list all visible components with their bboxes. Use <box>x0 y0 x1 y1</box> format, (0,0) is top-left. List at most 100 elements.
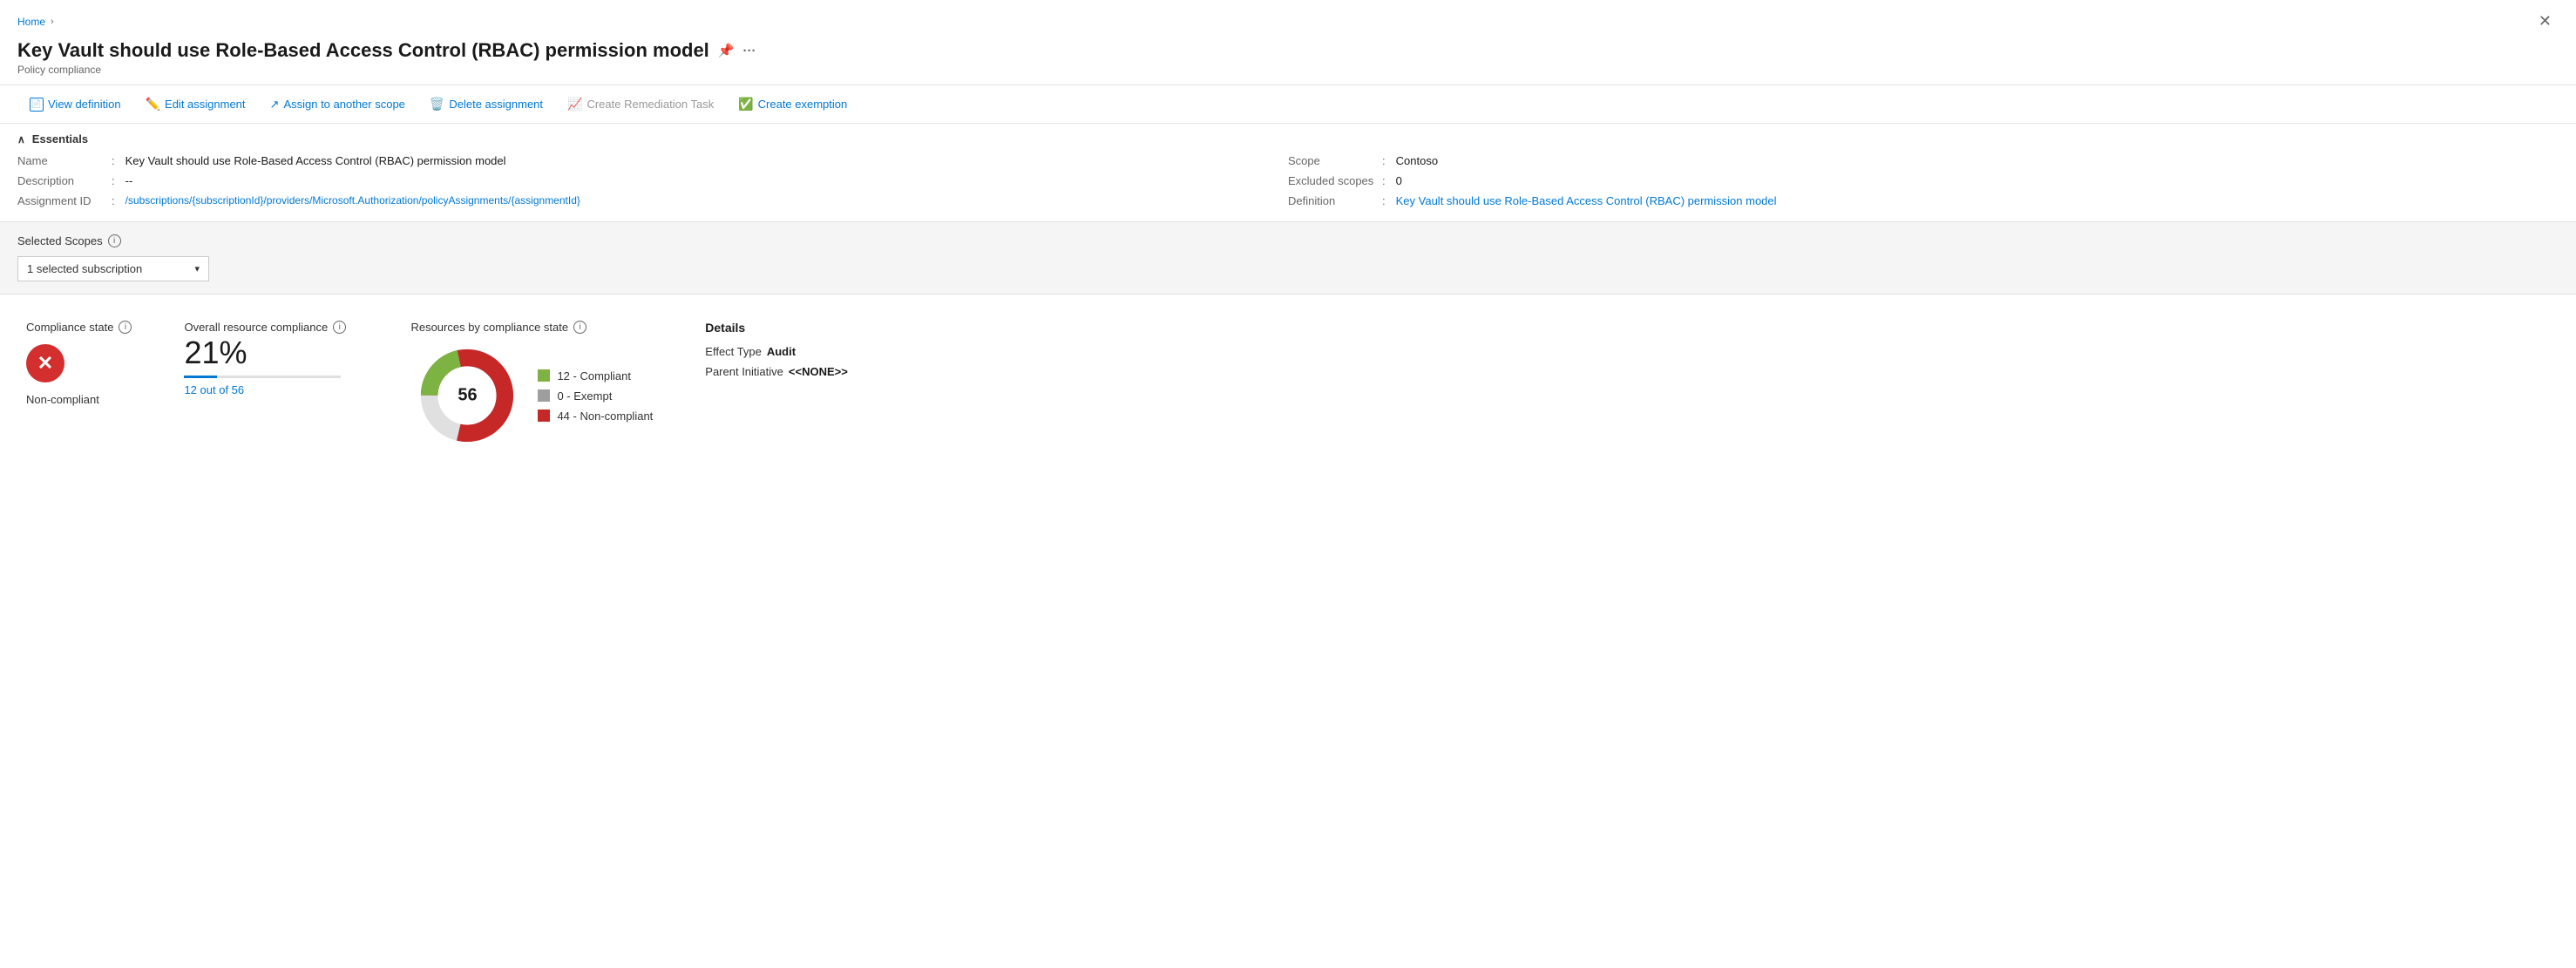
overall-compliance-info-icon[interactable]: i <box>333 321 346 334</box>
details-block: Details Effect Type Audit Parent Initiat… <box>705 321 897 378</box>
excluded-scopes-row: Excluded scopes : 0 <box>1288 174 2559 187</box>
definition-value[interactable]: Key Vault should use Role-Based Access C… <box>1396 194 1777 207</box>
parent-initiative-value: <<NONE>> <box>789 365 848 378</box>
assignment-id-value[interactable]: /subscriptions/{subscriptionId}/provider… <box>125 194 580 206</box>
overall-compliance-title-text: Overall resource compliance <box>184 321 328 334</box>
overall-percentage: 21% <box>184 337 358 369</box>
scope-dropdown[interactable]: 1 selected subscription ▾ <box>17 256 209 281</box>
edit-assignment-label: Edit assignment <box>165 98 246 111</box>
progress-bar <box>184 376 341 378</box>
legend-exempt-label: 0 - Exempt <box>557 389 612 403</box>
description-row: Description : -- <box>17 174 1288 187</box>
description-label: Description <box>17 174 105 187</box>
toolbar: 📄 View definition ✏️ Edit assignment ↗ A… <box>0 85 2576 124</box>
essentials-grid: Name : Key Vault should use Role-Based A… <box>0 154 2576 221</box>
page-header: Key Vault should use Role-Based Access C… <box>0 37 2576 78</box>
essentials-chevron: ∧ <box>17 133 25 146</box>
compliance-state-info-icon[interactable]: i <box>119 321 132 334</box>
resources-by-state-info-icon[interactable]: i <box>573 321 586 334</box>
breadcrumb-separator: › <box>51 17 54 27</box>
legend-compliant-label: 12 - Compliant <box>557 369 631 382</box>
assign-icon: ↗ <box>270 98 280 112</box>
delete-assignment-button[interactable]: 🗑️ Delete assignment <box>417 92 555 116</box>
essentials-header[interactable]: ∧ Essentials <box>0 124 2576 154</box>
scopes-label-text: Selected Scopes <box>17 234 103 247</box>
legend-compliant: 12 - Compliant <box>538 369 653 382</box>
scope-value: Contoso <box>1396 154 1438 167</box>
legend-exempt: 0 - Exempt <box>538 389 653 403</box>
view-definition-label: View definition <box>48 98 121 111</box>
name-label: Name <box>17 154 105 167</box>
compliance-state-label: Non-compliant <box>26 393 132 406</box>
compliance-state-block: Compliance state i ✕ Non-compliant <box>26 321 132 406</box>
name-value: Key Vault should use Role-Based Access C… <box>125 154 506 167</box>
donut-legend: 12 - Compliant 0 - Exempt 44 - Non-compl… <box>538 369 653 423</box>
resources-by-state-block: Resources by compliance state i <box>410 321 653 452</box>
page-title: Key Vault should use Role-Based Access C… <box>17 39 709 62</box>
overall-compliance-title: Overall resource compliance i <box>184 321 358 334</box>
essentials-title: Essentials <box>32 132 88 146</box>
effect-type-row: Effect Type Audit <box>705 345 897 358</box>
compliance-state-title-text: Compliance state <box>26 321 113 334</box>
excluded-scopes-label: Excluded scopes <box>1288 174 1375 187</box>
overall-compliance-block: Overall resource compliance i 21% 12 out… <box>184 321 358 396</box>
legend-non-compliant-label: 44 - Non-compliant <box>557 410 653 423</box>
delete-assignment-label: Delete assignment <box>449 98 543 111</box>
details-title: Details <box>705 321 897 335</box>
essentials-section: ∧ Essentials Name : Key Vault should use… <box>0 124 2576 222</box>
edit-assignment-button[interactable]: ✏️ Edit assignment <box>133 92 258 116</box>
progress-bar-fill <box>184 376 217 378</box>
assign-scope-label: Assign to another scope <box>283 98 404 111</box>
compliance-state-icon: ✕ <box>26 344 64 382</box>
excluded-scopes-value: 0 <box>1396 174 1402 187</box>
effect-type-value: Audit <box>767 345 796 358</box>
scope-label: Scope <box>1288 154 1375 167</box>
metrics-section: Compliance state i ✕ Non-compliant Overa… <box>0 294 2576 478</box>
legend-compliant-color <box>538 369 550 382</box>
legend-non-compliant-color <box>538 410 550 422</box>
exemption-icon: ✅ <box>738 97 753 112</box>
create-remediation-label: Create Remediation Task <box>586 98 714 111</box>
resources-donut-container: 56 12 - Compliant 0 - Exempt 44 - Non-co… <box>410 339 653 452</box>
assign-to-another-scope-button[interactable]: ↗ Assign to another scope <box>258 93 417 116</box>
edit-icon: ✏️ <box>146 97 160 112</box>
close-button[interactable]: ✕ <box>2532 9 2559 34</box>
view-definition-button[interactable]: 📄 View definition <box>17 93 133 116</box>
description-value: -- <box>125 174 133 187</box>
pin-icon[interactable]: 📌 <box>718 43 735 58</box>
page-subtitle: Policy compliance <box>17 64 2559 76</box>
overall-out-of: 12 out of 56 <box>184 383 358 396</box>
create-exemption-label: Create exemption <box>758 98 848 111</box>
scope-row: Scope : Contoso <box>1288 154 2559 167</box>
remediation-icon: 📈 <box>567 97 582 112</box>
assignment-id-row: Assignment ID : /subscriptions/{subscrip… <box>17 194 1288 207</box>
effect-type-label: Effect Type <box>705 345 762 358</box>
donut-center-value: 56 <box>458 386 477 406</box>
scopes-label: Selected Scopes i <box>17 234 2559 247</box>
breadcrumb: Home › <box>17 16 54 28</box>
create-remediation-task-button[interactable]: 📈 Create Remediation Task <box>555 92 726 116</box>
essentials-left-col: Name : Key Vault should use Role-Based A… <box>17 154 1288 207</box>
scopes-section: Selected Scopes i 1 selected subscriptio… <box>0 222 2576 294</box>
resources-by-state-title: Resources by compliance state i <box>410 321 653 334</box>
scope-dropdown-chevron: ▾ <box>194 263 200 274</box>
resources-by-state-title-text: Resources by compliance state <box>410 321 568 334</box>
donut-chart: 56 <box>410 339 524 452</box>
view-definition-icon: 📄 <box>30 98 44 112</box>
scopes-info-icon[interactable]: i <box>108 234 121 247</box>
parent-initiative-row: Parent Initiative <<NONE>> <box>705 365 897 378</box>
essentials-right-col: Scope : Contoso Excluded scopes : 0 Defi… <box>1288 154 2559 207</box>
scope-dropdown-value: 1 selected subscription <box>27 262 142 275</box>
legend-non-compliant: 44 - Non-compliant <box>538 410 653 423</box>
more-icon[interactable]: ··· <box>742 44 756 58</box>
breadcrumb-home[interactable]: Home <box>17 16 45 28</box>
assignment-id-label: Assignment ID <box>17 194 105 207</box>
definition-label: Definition <box>1288 194 1375 207</box>
parent-initiative-label: Parent Initiative <box>705 365 783 378</box>
create-exemption-button[interactable]: ✅ Create exemption <box>726 92 859 116</box>
non-compliant-x: ✕ <box>37 352 53 375</box>
name-row: Name : Key Vault should use Role-Based A… <box>17 154 1288 167</box>
definition-row: Definition : Key Vault should use Role-B… <box>1288 194 2559 207</box>
delete-icon: 🗑️ <box>430 97 444 112</box>
legend-exempt-color <box>538 389 550 402</box>
